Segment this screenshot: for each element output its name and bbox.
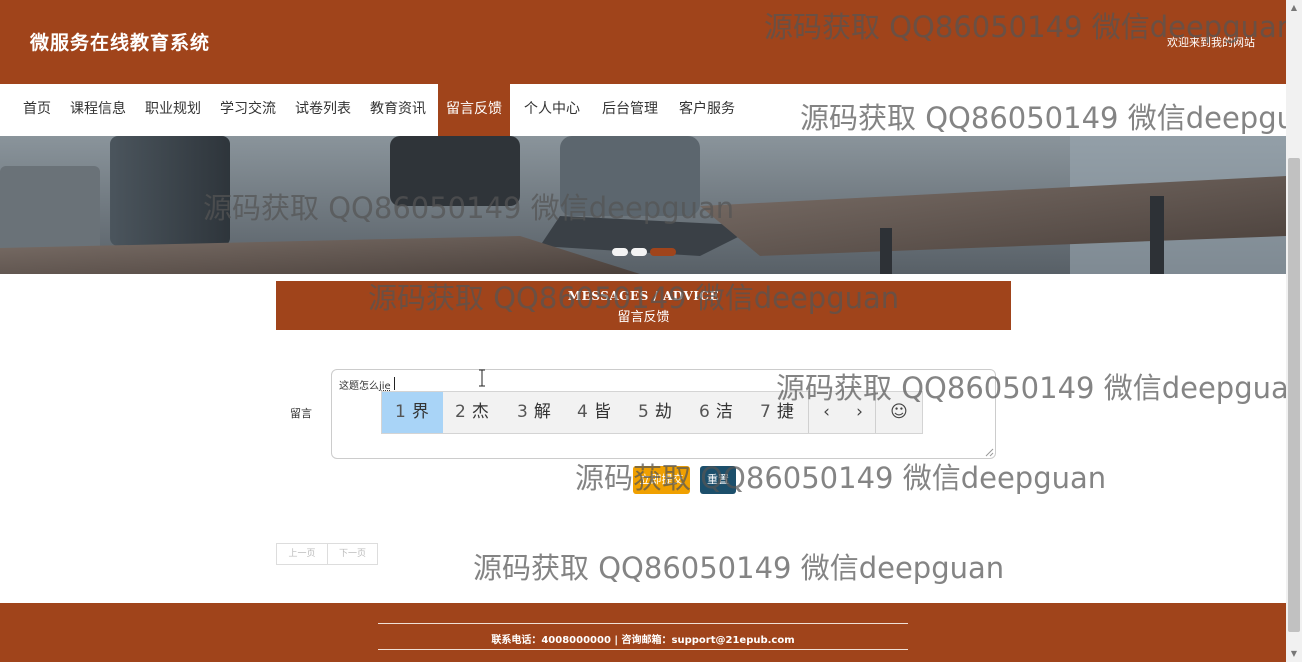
ime-candidate-char: 皆	[593, 402, 611, 422]
watermark: 源码获取 QQ86050149 微信deepguan	[575, 461, 1107, 495]
ime-candidate-char: 劫	[654, 402, 672, 422]
ime-candidate[interactable]: 2杰	[455, 392, 489, 433]
next-page-button[interactable]: 下一页	[328, 544, 377, 564]
message-text: 这题怎么jie	[339, 377, 391, 392]
ime-candidate[interactable]: 5劫	[638, 392, 672, 433]
watermark: 源码获取 QQ86050149 微信deepguan	[776, 371, 1286, 405]
message-value: 这题怎么	[339, 381, 379, 392]
watermark: 源码获取 QQ86050149 微信deepguan	[203, 191, 735, 225]
ime-candidate-number: 7	[760, 402, 771, 422]
nav-item-forum[interactable]: 学习交流	[220, 84, 276, 136]
ime-candidate-char: 洁	[715, 402, 733, 422]
nav-item-admin[interactable]: 后台管理	[602, 84, 658, 136]
ime-candidate-number: 6	[699, 402, 710, 422]
carousel-dot-active[interactable]	[650, 248, 676, 256]
watermark: 源码获取 QQ86050149 微信deepguan	[368, 281, 900, 315]
text-caret	[394, 377, 395, 390]
ime-candidate-char: 杰	[471, 402, 489, 422]
message-label: 留言	[290, 407, 312, 420]
nav-item-service[interactable]: 客户服务	[679, 84, 735, 136]
nav-item-home[interactable]: 首页	[23, 84, 51, 136]
text-cursor-icon	[479, 369, 485, 387]
nav-item-courses[interactable]: 课程信息	[70, 84, 126, 136]
scrollbar-thumb[interactable]	[1288, 158, 1300, 632]
ime-candidate-char: 解	[533, 402, 551, 422]
ime-candidate[interactable]: 1界	[382, 392, 443, 433]
carousel-dot[interactable]	[612, 248, 628, 256]
nav-item-profile[interactable]: 个人中心	[524, 84, 580, 136]
ime-candidate[interactable]: 6洁	[699, 392, 733, 433]
ime-candidate-number: 1	[395, 402, 406, 422]
ime-candidate[interactable]: 3解	[517, 392, 551, 433]
scroll-down-icon[interactable]: ▼	[1286, 646, 1302, 662]
page: 微服务在线教育系统 欢迎来到我的网站 首页 课程信息 职业规划 学习交流 试卷列…	[0, 0, 1286, 662]
scroll-up-icon[interactable]: ▲	[1286, 0, 1302, 16]
nav-item-news[interactable]: 教育资讯	[370, 84, 426, 136]
nav-item-career[interactable]: 职业规划	[145, 84, 201, 136]
prev-page-button[interactable]: 上一页	[277, 544, 328, 564]
footer-divider	[378, 623, 908, 624]
nav-item-exams[interactable]: 试卷列表	[295, 84, 351, 136]
scrollbar[interactable]: ▲ ▼	[1286, 0, 1302, 662]
ime-candidate-number: 2	[455, 402, 466, 422]
nav-item-feedback[interactable]: 留言反馈	[438, 84, 510, 136]
footer-divider	[378, 649, 908, 650]
footer-contact: 联系电话：4008000000 | 咨询邮箱：support@21epub.co…	[491, 635, 795, 646]
ime-candidate-number: 4	[577, 402, 588, 422]
ime-candidate-char: 界	[411, 402, 429, 422]
ime-candidate-number: 3	[517, 402, 528, 422]
watermark: 源码获取 QQ86050149 微信deepguan	[800, 101, 1286, 135]
pagination: 上一页 下一页	[276, 543, 378, 565]
ime-candidate[interactable]: 4皆	[577, 392, 611, 433]
ime-candidate-number: 5	[638, 402, 649, 422]
watermark: 源码获取 QQ86050149 微信deepguan	[473, 551, 1005, 585]
carousel-dot[interactable]	[631, 248, 647, 256]
site-title[interactable]: 微服务在线教育系统	[30, 28, 210, 55]
watermark: 源码获取 QQ86050149 微信deepguan	[764, 10, 1286, 44]
